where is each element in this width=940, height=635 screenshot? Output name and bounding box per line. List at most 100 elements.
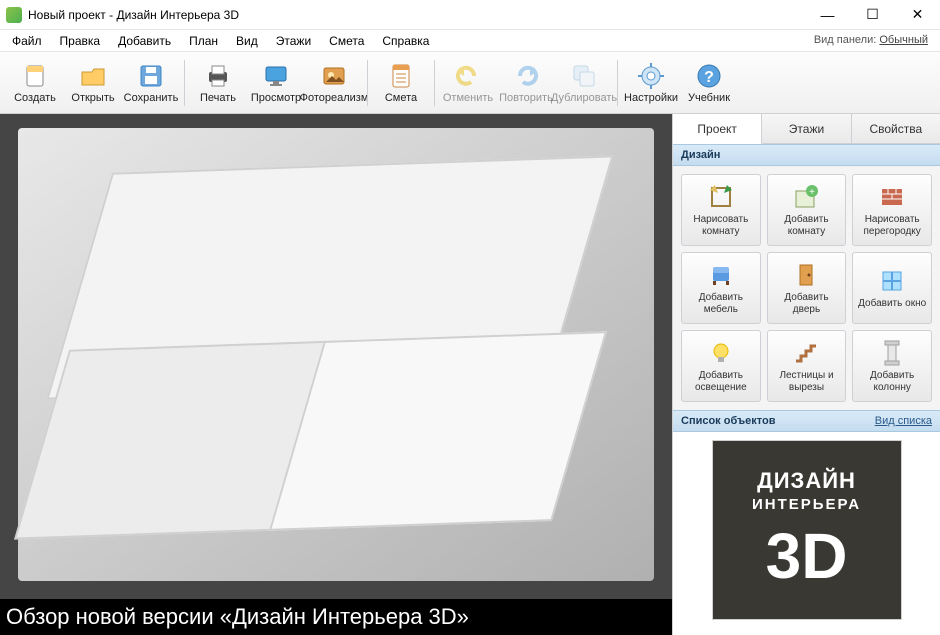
object-list-title: Список объектов <box>681 415 775 427</box>
panel-type-caption: Вид панели: <box>814 34 876 46</box>
right-tabs: ПроектЭтажиСвойства <box>673 114 940 144</box>
toolbar-label: Повторить <box>499 92 553 104</box>
scene-placeholder <box>18 128 654 581</box>
toolbar-button-help[interactable]: ? Учебник <box>680 54 738 112</box>
toolbar-button-save[interactable]: Сохранить <box>122 54 180 112</box>
file-new-icon <box>21 62 49 90</box>
undo-icon <box>454 62 482 90</box>
design-button-label: Нарисовать комнату <box>686 214 756 237</box>
toolbar-button-redo: Повторить <box>497 54 555 112</box>
maximize-button[interactable]: ☐ <box>850 0 895 29</box>
viewport-3d[interactable]: Обзор новой версии «Дизайн Интерьера 3D» <box>0 114 672 635</box>
menu-item-0[interactable]: Файл <box>4 32 50 50</box>
design-button-draw-room[interactable]: Нарисовать комнату <box>681 174 761 246</box>
help-icon: ? <box>695 62 723 90</box>
add-column-icon <box>878 339 906 367</box>
save-icon <box>137 62 165 90</box>
toolbar-label: Сохранить <box>124 92 179 104</box>
design-button-label: Добавить окно <box>858 298 926 310</box>
toolbar-separator <box>184 60 185 106</box>
main-area: Обзор новой версии «Дизайн Интерьера 3D»… <box>0 114 940 635</box>
toolbar-label: Учебник <box>688 92 730 104</box>
estimate-icon <box>387 62 415 90</box>
toolbar-label: Смета <box>385 92 417 104</box>
add-window-icon <box>878 267 906 295</box>
toolbar-button-estimate[interactable]: Смета <box>372 54 430 112</box>
design-button-stairs[interactable]: Лестницы и вырезы <box>767 330 847 402</box>
toolbar-separator <box>434 60 435 106</box>
right-tab-1[interactable]: Этажи <box>762 114 851 143</box>
toolbar-button-duplicate: Дублировать <box>555 54 613 112</box>
promo-line-2: ИНТЕРЬЕРА <box>752 496 861 513</box>
design-button-add-lighting[interactable]: Добавить освещение <box>681 330 761 402</box>
menu-item-6[interactable]: Смета <box>321 32 372 50</box>
design-button-label: Добавить колонну <box>857 370 927 393</box>
promo-line-3: 3D <box>766 519 848 593</box>
toolbar-separator <box>367 60 368 106</box>
toolbar-button-photorealism[interactable]: Фотореализм <box>305 54 363 112</box>
toolbar-label: Фотореализм <box>300 92 369 104</box>
minimize-button[interactable]: — <box>805 0 850 29</box>
design-button-label: Добавить мебель <box>686 292 756 315</box>
close-button[interactable]: ✕ <box>895 0 940 29</box>
menu-item-7[interactable]: Справка <box>374 32 437 50</box>
toolbar-label: Просмотр <box>251 92 301 104</box>
toolbar-button-printer[interactable]: Печать <box>189 54 247 112</box>
add-door-icon <box>792 261 820 289</box>
design-button-label: Добавить освещение <box>686 370 756 393</box>
design-button-label: Нарисовать перегородку <box>857 214 927 237</box>
toolbar-button-undo: Отменить <box>439 54 497 112</box>
design-button-label: Добавить комнату <box>772 214 842 237</box>
panel-type-label: Вид панели: Обычный <box>814 34 928 46</box>
menu-item-4[interactable]: Вид <box>228 32 266 50</box>
app-icon <box>6 7 22 23</box>
menu-item-5[interactable]: Этажи <box>268 32 319 50</box>
object-list-header: Список объектов Вид списка <box>673 410 940 432</box>
design-button-add-door[interactable]: Добавить дверь <box>767 252 847 324</box>
design-grid: Нарисовать комнату + Добавить комнату Нарис… <box>673 166 940 410</box>
toolbar-label: Создать <box>14 92 56 104</box>
toolbar-button-folder-open[interactable]: Открыть <box>64 54 122 112</box>
design-section-title: Дизайн <box>681 149 720 161</box>
toolbar-label: Открыть <box>71 92 114 104</box>
redo-icon <box>512 62 540 90</box>
right-tab-2[interactable]: Свойства <box>852 114 940 143</box>
design-button-add-room[interactable]: + Добавить комнату <box>767 174 847 246</box>
object-list-view-link[interactable]: Вид списка <box>875 415 932 427</box>
monitor-icon <box>262 62 290 90</box>
photorealism-icon <box>320 62 348 90</box>
design-button-draw-wall[interactable]: Нарисовать перегородку <box>852 174 932 246</box>
add-room-icon: + <box>792 183 820 211</box>
stairs-icon <box>792 339 820 367</box>
toolbar-label: Настройки <box>624 92 678 104</box>
toolbar-button-file-new[interactable]: Создать <box>6 54 64 112</box>
svg-text:+: + <box>810 187 816 198</box>
menu-item-3[interactable]: План <box>181 32 226 50</box>
toolbar-button-settings[interactable]: Настройки <box>622 54 680 112</box>
titlebar: Новый проект - Дизайн Интерьера 3D — ☐ ✕ <box>0 0 940 30</box>
right-panel: ПроектЭтажиСвойства Дизайн Нарисовать ко… <box>672 114 940 635</box>
design-section-header: Дизайн <box>673 144 940 166</box>
draw-wall-icon <box>878 183 906 211</box>
add-lighting-icon <box>707 339 735 367</box>
settings-icon <box>637 62 665 90</box>
toolbar-button-monitor[interactable]: Просмотр <box>247 54 305 112</box>
design-button-add-furniture[interactable]: Добавить мебель <box>681 252 761 324</box>
toolbar: СоздатьОткрытьСохранитьПечатьПросмотрФот… <box>0 52 940 114</box>
panel-type-value[interactable]: Обычный <box>879 34 928 46</box>
folder-open-icon <box>79 62 107 90</box>
svg-text:?: ? <box>704 69 714 86</box>
draw-room-icon <box>707 183 735 211</box>
menu-item-1[interactable]: Правка <box>52 32 109 50</box>
add-furniture-icon <box>707 261 735 289</box>
menu-item-2[interactable]: Добавить <box>110 32 179 50</box>
menubar: ФайлПравкаДобавитьПланВидЭтажиСметаСправ… <box>0 30 940 52</box>
caption-overlay: Обзор новой версии «Дизайн Интерьера 3D» <box>0 599 672 635</box>
window-title: Новый проект - Дизайн Интерьера 3D <box>28 8 805 22</box>
design-button-add-column[interactable]: Добавить колонну <box>852 330 932 402</box>
promo-line-1: ДИЗАЙН <box>757 468 856 494</box>
design-button-add-window[interactable]: Добавить окно <box>852 252 932 324</box>
promo-area: ДИЗАЙН ИНТЕРЬЕРА 3D <box>673 432 940 635</box>
toolbar-label: Дублировать <box>551 92 617 104</box>
right-tab-0[interactable]: Проект <box>673 114 762 144</box>
